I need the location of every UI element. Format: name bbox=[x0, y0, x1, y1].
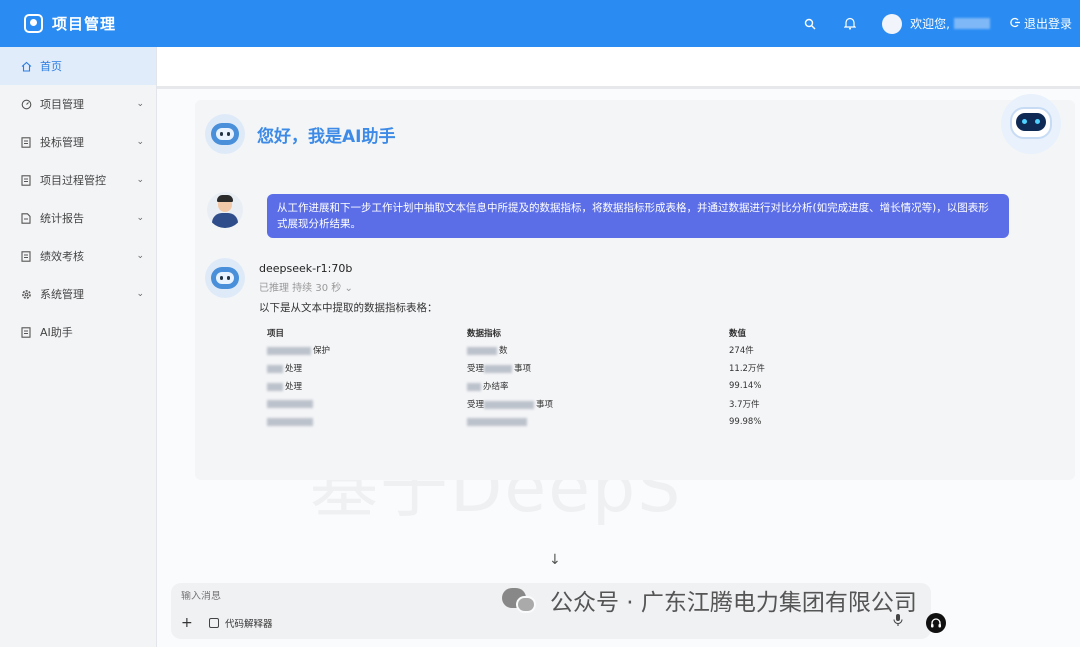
table-header-cell: 项目 bbox=[267, 329, 285, 339]
home-icon bbox=[20, 60, 32, 72]
sidebar-item-label: 绩效考核 bbox=[40, 250, 84, 263]
reasoning-toggle[interactable]: 已推理 持续 30 秒 ⌄ bbox=[259, 279, 1019, 294]
greeting-row: 您好，我是AI助手 bbox=[205, 114, 395, 154]
table-row: 受理 事项 3.7万件 bbox=[267, 395, 829, 413]
data-table: 项目 数据指标 数值 保护 数 274件 处理 受理 事项 11.2万件 处理 … bbox=[267, 325, 829, 431]
table-cell bbox=[267, 413, 467, 431]
table-cell: 受理 事项 bbox=[467, 364, 532, 374]
table-cell: 办结率 bbox=[467, 377, 729, 395]
code-interpreter-button[interactable]: 代码解释器 bbox=[209, 616, 273, 630]
sidebar-item-system[interactable]: 系统管理 ⌄ bbox=[0, 275, 156, 313]
table-cell: 274件 bbox=[729, 346, 754, 356]
sidebar: 首页 项目管理 ⌄ 投标管理 ⌄ 项目过程管控 ⌄ 统计报告 ⌄ 绩效考核 ⌄ … bbox=[0, 47, 157, 647]
code-icon bbox=[209, 618, 219, 628]
document-icon bbox=[20, 174, 32, 186]
table-cell: 数 bbox=[467, 341, 729, 359]
logout-button[interactable]: 退出登录 bbox=[1010, 15, 1072, 32]
welcome-text: 欢迎您, bbox=[910, 17, 950, 31]
table-header-row: 项目 数据指标 数值 bbox=[267, 325, 829, 341]
sidebar-item-performance[interactable]: 绩效考核 ⌄ bbox=[0, 237, 156, 275]
scroll-down-button[interactable]: ↓ bbox=[549, 552, 561, 568]
table-cell: 处理 bbox=[267, 359, 467, 377]
chevron-down-icon: ⌄ bbox=[136, 289, 144, 299]
greeting-title: 您好，我是AI助手 bbox=[257, 126, 396, 147]
sidebar-item-bidding[interactable]: 投标管理 ⌄ bbox=[0, 123, 156, 161]
table-row: 处理 受理 事项 11.2万件 bbox=[267, 359, 829, 377]
sidebar-item-label: 项目管理 bbox=[40, 98, 84, 111]
headphones-icon bbox=[931, 618, 941, 628]
chevron-down-icon: ⌄ bbox=[136, 137, 144, 147]
reasoning-status: 已推理 持续 30 秒 bbox=[259, 283, 342, 294]
wechat-watermark: 公众号 · 广东江腾电力集团有限公司 bbox=[502, 583, 917, 617]
sidebar-item-label: 首页 bbox=[40, 60, 62, 73]
robot-mascot-icon bbox=[1001, 94, 1061, 154]
main-area: 基于DeepS 您好，我是AI助手 从工作进展和下一步工作计划中抽取文本信息中所… bbox=[157, 47, 1080, 647]
brand[interactable]: 项目管理 bbox=[0, 0, 157, 47]
table-cell: 受理 事项 bbox=[467, 400, 554, 410]
gear-icon bbox=[20, 288, 32, 300]
message-input[interactable] bbox=[181, 591, 481, 602]
document-icon bbox=[20, 326, 32, 338]
voice-call-button[interactable] bbox=[926, 613, 946, 633]
chevron-down-icon: ⌄ bbox=[136, 213, 144, 223]
logout-label: 退出登录 bbox=[1023, 17, 1072, 31]
table-row: 处理 办结率 99.14% bbox=[267, 377, 829, 395]
table-cell: 99.14% bbox=[729, 381, 762, 391]
sidebar-item-home[interactable]: 首页 bbox=[0, 47, 156, 85]
model-name: deepseek-r1:70b bbox=[259, 262, 353, 275]
user-name-redacted bbox=[953, 18, 990, 29]
table-cell: 保护 bbox=[267, 341, 467, 359]
response-intro: 以下是从文本中提取的数据指标表格： bbox=[259, 302, 438, 314]
chevron-down-icon: ⌄ bbox=[136, 175, 144, 185]
table-cell: 99.98% bbox=[729, 417, 762, 427]
document-icon bbox=[20, 136, 32, 148]
table-cell bbox=[467, 413, 729, 431]
wechat-watermark-text: 公众号 · 广东江腾电力集团有限公司 bbox=[550, 590, 917, 616]
dashboard-icon bbox=[20, 98, 32, 110]
table-header-cell: 数值 bbox=[729, 329, 747, 339]
assistant-message-body: deepseek-r1:70b 已推理 持续 30 秒 ⌄ 以下是从文本中提取的… bbox=[259, 258, 1019, 431]
chat-panel: 您好，我是AI助手 从工作进展和下一步工作计划中抽取文本信息中所提及的数据指标，… bbox=[195, 94, 1075, 480]
sidebar-item-label: 项目过程管控 bbox=[40, 174, 106, 187]
app-logo-icon bbox=[24, 14, 43, 33]
app-title: 项目管理 bbox=[52, 15, 117, 33]
table-header-cell: 数据指标 bbox=[467, 329, 502, 339]
sidebar-item-label: 统计报告 bbox=[40, 212, 84, 225]
chevron-down-icon: ⌄ bbox=[136, 99, 144, 109]
user-message-row: 从工作进展和下一步工作计划中抽取文本信息中所提及的数据指标，将数据指标形成表格，… bbox=[207, 192, 1009, 238]
chevron-down-icon: ⌄ bbox=[136, 251, 144, 261]
wechat-icon bbox=[502, 586, 540, 614]
table-cell bbox=[267, 395, 467, 413]
header-actions: 欢迎您, 退出登录 bbox=[802, 13, 1080, 34]
table-cell: 3.7万件 bbox=[729, 400, 760, 410]
logout-icon bbox=[1010, 17, 1021, 31]
chevron-down-icon: ⌄ bbox=[344, 283, 353, 294]
table-row: 99.98% bbox=[267, 413, 829, 431]
user-avatar-icon bbox=[207, 192, 243, 228]
tab-bar bbox=[157, 47, 1080, 89]
sidebar-item-project-management[interactable]: 项目管理 ⌄ bbox=[0, 85, 156, 123]
file-icon bbox=[20, 212, 32, 224]
table-cell: 处理 bbox=[267, 377, 467, 395]
table-cell: 11.2万件 bbox=[729, 364, 765, 374]
ai-avatar-icon bbox=[205, 258, 245, 298]
arrow-down-icon: ↓ bbox=[549, 552, 561, 568]
avatar[interactable] bbox=[882, 13, 903, 34]
sidebar-item-label: AI助手 bbox=[40, 326, 73, 339]
document-icon bbox=[20, 250, 32, 262]
sidebar-item-ai-assistant[interactable]: AI助手 bbox=[0, 313, 156, 351]
top-bar: 项目管理 欢迎您, 退出登录 bbox=[0, 0, 1080, 47]
bell-icon[interactable] bbox=[842, 16, 858, 32]
sidebar-item-statistics[interactable]: 统计报告 ⌄ bbox=[0, 199, 156, 237]
add-button[interactable]: + bbox=[181, 615, 193, 631]
sidebar-item-label: 系统管理 bbox=[40, 288, 84, 301]
assistant-message-row: deepseek-r1:70b 已推理 持续 30 秒 ⌄ 以下是从文本中提取的… bbox=[205, 258, 1019, 431]
sidebar-item-label: 投标管理 bbox=[40, 136, 84, 149]
sidebar-item-process-control[interactable]: 项目过程管控 ⌄ bbox=[0, 161, 156, 199]
code-interpreter-label: 代码解释器 bbox=[225, 619, 273, 630]
table-row: 保护 数 274件 bbox=[267, 341, 829, 359]
ai-avatar-icon bbox=[205, 114, 245, 154]
search-icon[interactable] bbox=[802, 16, 818, 32]
user-message-bubble: 从工作进展和下一步工作计划中抽取文本信息中所提及的数据指标，将数据指标形成表格，… bbox=[267, 194, 1009, 238]
